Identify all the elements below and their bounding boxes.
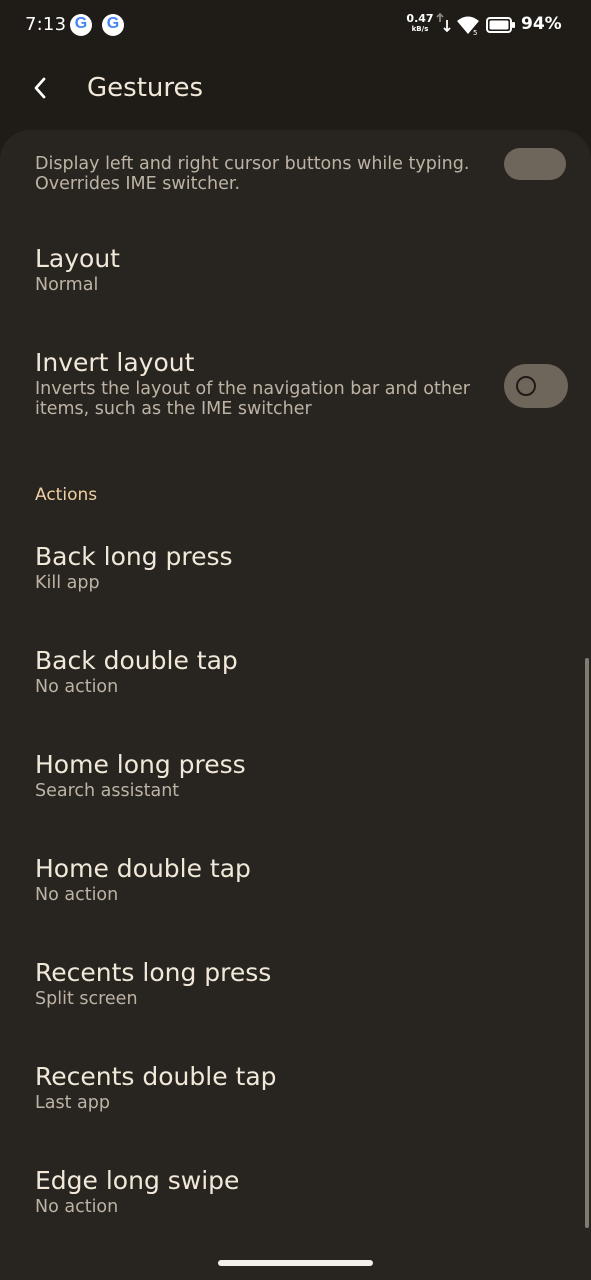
layout-title: Layout	[35, 244, 120, 273]
toggle-knob	[516, 376, 536, 396]
battery-percentage: 94%	[521, 14, 562, 34]
scrollbar[interactable]	[585, 658, 589, 1228]
recents-double-tap-title: Recents double tap	[35, 1062, 277, 1091]
back-long-press-item[interactable]: Back long press Kill app	[35, 542, 495, 593]
wifi-icon: 5	[457, 16, 479, 35]
battery-icon	[486, 17, 515, 33]
data-arrows-icon	[436, 12, 451, 33]
page-title: Gestures	[87, 73, 204, 103]
recents-long-press-title: Recents long press	[35, 958, 272, 987]
back-double-tap-value: No action	[35, 677, 119, 697]
gesture-nav-handle[interactable]	[218, 1260, 373, 1266]
network-speed-value: 0.47	[406, 12, 434, 25]
invert-layout-item[interactable]: Invert layout Inverts the layout of the …	[35, 348, 495, 419]
back-double-tap-item[interactable]: Back double tap No action	[35, 646, 495, 697]
invert-layout-title: Invert layout	[35, 348, 195, 377]
back-double-tap-title: Back double tap	[35, 646, 238, 675]
screen: 7:13 G G 0.47 kB/s 5 94% Gestures Displa…	[0, 0, 591, 1280]
recents-long-press-value: Split screen	[35, 989, 138, 1009]
home-double-tap-title: Home double tap	[35, 854, 251, 883]
recents-double-tap-value: Last app	[35, 1093, 110, 1113]
google-g-icon: G	[102, 14, 124, 36]
status-time: 7:13	[25, 14, 67, 35]
network-speed-indicator: 0.47 kB/s	[405, 12, 435, 34]
back-long-press-value: Kill app	[35, 573, 100, 593]
cursor-buttons-toggle[interactable]	[504, 148, 566, 180]
svg-text:5: 5	[473, 29, 477, 35]
actions-section-header: Actions	[35, 485, 98, 505]
home-long-press-value: Search assistant	[35, 781, 180, 801]
network-speed-unit: kB/s	[411, 25, 429, 33]
home-long-press-item[interactable]: Home long press Search assistant	[35, 750, 495, 801]
home-long-press-title: Home long press	[35, 750, 246, 779]
home-double-tap-value: No action	[35, 885, 119, 905]
settings-list[interactable]: Display left and right cursor buttons wh…	[0, 130, 591, 1280]
home-double-tap-item[interactable]: Home double tap No action	[35, 854, 495, 905]
chevron-left-icon	[34, 77, 46, 99]
invert-layout-description: Inverts the layout of the navigation bar…	[35, 379, 470, 419]
layout-value: Normal	[35, 275, 99, 295]
recents-long-press-item[interactable]: Recents long press Split screen	[35, 958, 495, 1009]
status-bar: 7:13 G G 0.47 kB/s 5 94%	[0, 0, 591, 52]
recents-double-tap-item[interactable]: Recents double tap Last app	[35, 1062, 495, 1113]
back-long-press-title: Back long press	[35, 542, 233, 571]
edge-long-swipe-value: No action	[35, 1197, 119, 1217]
edge-long-swipe-item[interactable]: Edge long swipe No action	[35, 1166, 495, 1217]
google-g-icon: G	[70, 14, 92, 36]
app-bar: Gestures	[0, 52, 591, 130]
invert-layout-toggle[interactable]	[504, 364, 568, 408]
back-button[interactable]	[18, 66, 62, 110]
edge-long-swipe-title: Edge long swipe	[35, 1166, 240, 1195]
layout-item[interactable]: Layout Normal	[35, 244, 495, 295]
cursor-buttons-description: Display left and right cursor buttons wh…	[35, 154, 470, 194]
